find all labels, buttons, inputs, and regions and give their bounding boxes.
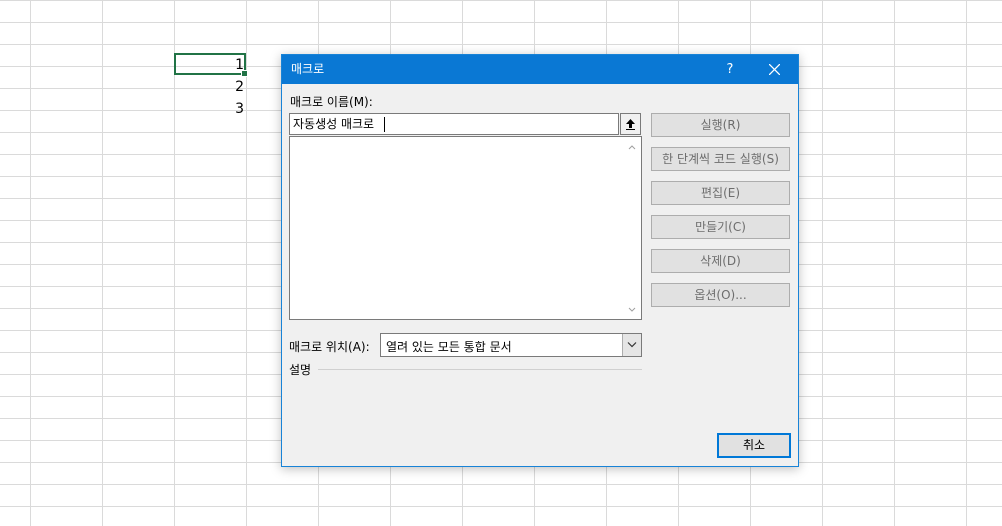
create-button[interactable]: 만들기(C) [651, 215, 790, 239]
cell-value-1[interactable]: 1 [176, 54, 244, 76]
cell-value-2[interactable]: 2 [176, 76, 244, 98]
chevron-down-icon [627, 342, 637, 348]
description-label: 설명 [289, 363, 312, 377]
options-button[interactable]: 옵션(O)... [651, 283, 790, 307]
macro-list[interactable] [289, 136, 642, 320]
scroll-up-icon[interactable] [626, 141, 638, 153]
macro-name-collapse-button[interactable] [620, 113, 641, 135]
dropdown-button[interactable] [622, 334, 641, 356]
macro-location-value: 열려 있는 모든 통합 문서 [386, 340, 512, 354]
macro-name-label: 매크로 이름(M): [290, 95, 373, 109]
delete-button[interactable]: 삭제(D) [651, 249, 790, 273]
edit-button[interactable]: 편집(E) [651, 181, 790, 205]
macro-name-input[interactable] [293, 116, 593, 130]
cell-value-3[interactable]: 3 [176, 98, 244, 120]
step-into-button[interactable]: 한 단계씩 코드 실행(S) [651, 147, 790, 171]
text-caret [384, 117, 385, 132]
dialog-titlebar[interactable]: 매크로 ? [282, 55, 798, 84]
macro-dialog: 매크로 ? 매크로 이름(M): 실행(R) 한 단계씩 코드 실행(S) 편집… [281, 54, 799, 467]
upload-arrow-icon [626, 119, 635, 130]
dialog-title: 매크로 [291, 62, 325, 76]
macro-location-label: 매크로 위치(A): [289, 340, 370, 354]
close-button[interactable] [758, 55, 792, 84]
run-button[interactable]: 실행(R) [651, 113, 790, 137]
macro-location-select[interactable]: 열려 있는 모든 통합 문서 [380, 333, 642, 357]
description-divider [318, 369, 642, 370]
help-button[interactable]: ? [718, 55, 742, 84]
cancel-button[interactable]: 취소 [717, 433, 791, 458]
close-icon [769, 64, 780, 75]
macro-name-field[interactable] [289, 113, 619, 135]
scroll-down-icon[interactable] [626, 304, 638, 316]
